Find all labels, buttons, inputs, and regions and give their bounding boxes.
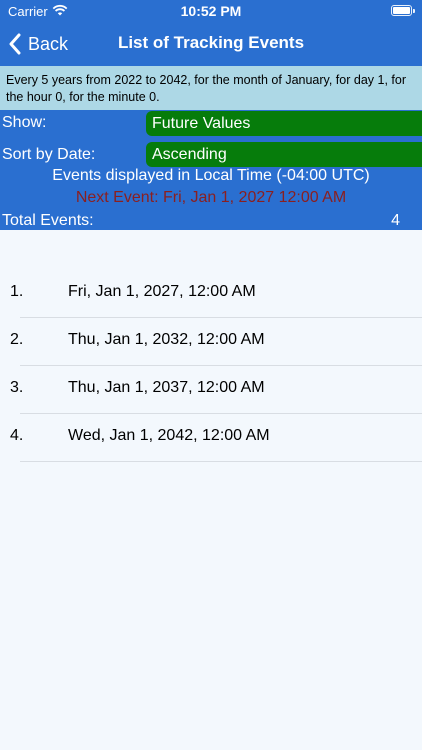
event-date: Thu, Jan 1, 2037, 12:00 AM <box>68 379 265 396</box>
show-selector[interactable]: Future Values <box>146 111 422 136</box>
event-number: 4. <box>10 427 24 444</box>
divider <box>20 461 422 462</box>
header: Carrier 10:52 PM Back List of Tracking E… <box>0 0 422 66</box>
recurrence-description: Every 5 years from 2022 to 2042, for the… <box>0 66 422 110</box>
clock: 10:52 PM <box>180 3 242 19</box>
controls-panel: Show: Future Values Sort by Date: Ascend… <box>0 110 422 230</box>
status-bar: Carrier 10:52 PM <box>0 0 422 22</box>
next-event: Next Event: Fri, Jan 1, 2027 12:00 AM <box>75 189 347 206</box>
sort-label: Sort by Date: <box>2 146 96 163</box>
navigation-bar: Back List of Tracking Events <box>0 22 422 66</box>
total-events-count: 4 <box>391 212 400 229</box>
list-item[interactable]: 3. Thu, Jan 1, 2037, 12:00 AM <box>0 366 422 414</box>
event-date: Fri, Jan 1, 2027, 12:00 AM <box>68 283 256 300</box>
event-number: 1. <box>10 283 24 300</box>
event-number: 3. <box>10 379 24 396</box>
list-item[interactable]: 4. Wed, Jan 1, 2042, 12:00 AM <box>0 414 422 462</box>
total-events-label: Total Events: <box>2 212 94 229</box>
sort-selector[interactable]: Ascending <box>146 142 422 167</box>
timezone-note: Events displayed in Local Time (-04:00 U… <box>52 167 370 184</box>
event-number: 2. <box>10 331 24 348</box>
battery-icon <box>391 5 415 16</box>
event-date: Wed, Jan 1, 2042, 12:00 AM <box>68 427 270 444</box>
list-item[interactable]: 1. Fri, Jan 1, 2027, 12:00 AM <box>0 270 422 318</box>
page-title: List of Tracking Events <box>117 33 305 52</box>
event-date: Thu, Jan 1, 2032, 12:00 AM <box>68 331 265 348</box>
show-label: Show: <box>2 114 47 131</box>
events-list: 1. Fri, Jan 1, 2027, 12:00 AM 2. Thu, Ja… <box>0 270 422 462</box>
list-item[interactable]: 2. Thu, Jan 1, 2032, 12:00 AM <box>0 318 422 366</box>
